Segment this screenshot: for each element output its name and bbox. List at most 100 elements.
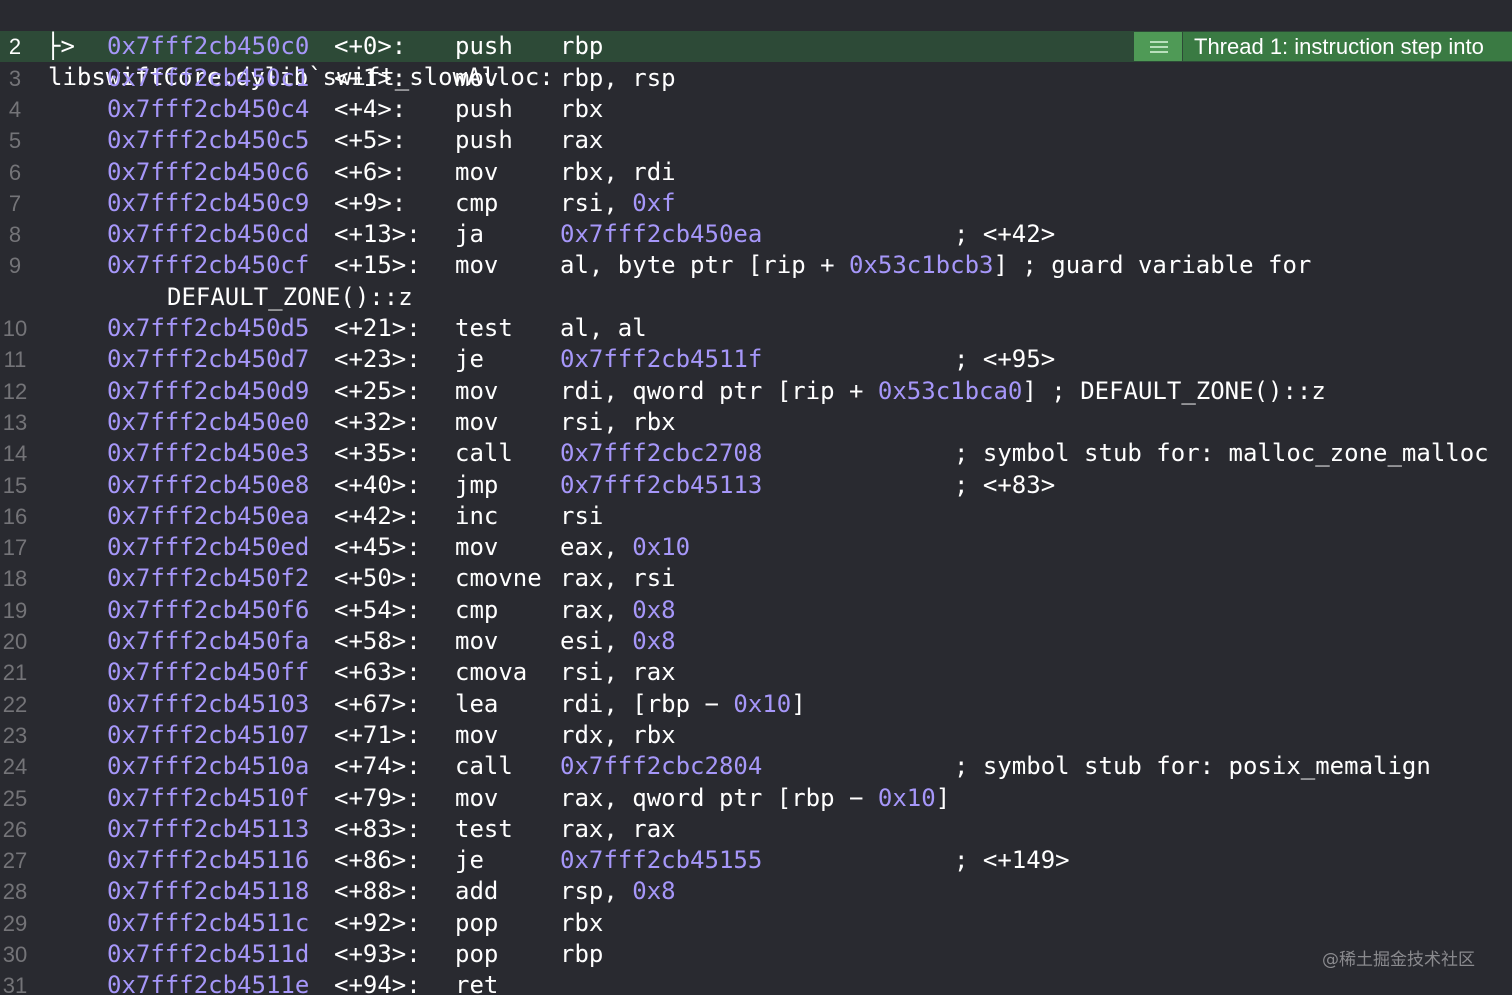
line-number[interactable]: 11 <box>0 344 30 375</box>
line-number[interactable]: 9 <box>0 250 30 281</box>
instruction-offset: <+15>: <box>334 251 421 279</box>
instruction-offset: <+4>: <box>334 95 407 123</box>
operand-literal: 0x8 <box>632 877 676 905</box>
instruction-offset: <+86>: <box>334 846 421 874</box>
line-number[interactable]: 23 <box>0 720 30 751</box>
instruction-mnemonic: pop <box>455 940 499 968</box>
line-number[interactable]: 20 <box>0 626 30 657</box>
operand-text: rsp, <box>560 877 633 905</box>
line-number[interactable]: 19 <box>0 595 30 626</box>
instruction-line[interactable]: 8 0x7fff2cb450cd <+13>: ja 0x7fff2cb450ea ; <… <box>0 219 1512 250</box>
line-number[interactable]: 18 <box>0 563 30 594</box>
instruction-address: 0x7fff2cb45118 <box>107 877 310 905</box>
instruction-operands: 0x7fff2cb45113 <box>560 470 762 501</box>
operand-text: rbp <box>560 32 604 60</box>
instruction-address: 0x7fff2cb450cf <box>107 251 310 279</box>
line-number[interactable]: 29 <box>0 908 30 939</box>
instruction-line[interactable]: 4 0x7fff2cb450c4 <+4>: push rbx <box>0 94 1512 125</box>
instruction-offset: <+50>: <box>334 564 421 592</box>
line-number[interactable]: 10 <box>0 313 30 344</box>
instruction-line[interactable]: 11 0x7fff2cb450d7 <+23>: je 0x7fff2cb4511f ; … <box>0 344 1512 375</box>
line-number[interactable]: 22 <box>0 689 30 720</box>
instruction-line[interactable]: 25 0x7fff2cb4510f <+79>: mov rax, qword ptr … <box>0 783 1512 814</box>
instruction-address: 0x7fff2cb450e0 <box>107 408 310 436</box>
instruction-offset: <+67>: <box>334 690 421 718</box>
line-number[interactable]: 26 <box>0 814 30 845</box>
operand-text: rax <box>560 126 604 154</box>
line-number[interactable]: 15 <box>0 470 30 501</box>
instruction-line[interactable]: 14 0x7fff2cb450e3 <+35>: call 0x7fff2cbc2708… <box>0 438 1512 469</box>
instruction-line[interactable]: 16 0x7fff2cb450ea <+42>: inc rsi <box>0 501 1512 532</box>
line-number[interactable]: 31 <box>0 970 30 995</box>
instruction-line[interactable]: 9 0x7fff2cb450cf <+15>: mov al, byte ptr [ri… <box>0 250 1512 281</box>
line-number[interactable]: 25 <box>0 783 30 814</box>
instruction-line[interactable]: 21 0x7fff2cb450ff <+63>: cmova rsi, rax <box>0 657 1512 688</box>
instruction-line[interactable]: 26 0x7fff2cb45113 <+83>: test rax, rax <box>0 814 1512 845</box>
instruction-line[interactable]: 3 0x7fff2cb450c1 <+1>: mov rbp, rsp <box>0 63 1512 94</box>
instruction-line[interactable]: 17 0x7fff2cb450ed <+45>: mov eax, 0x10 <box>0 532 1512 563</box>
line-number[interactable]: 13 <box>0 407 30 438</box>
operand-literal: 0x7fff2cbc2708 <box>560 439 763 467</box>
watermark: @稀土掘金技术社区 <box>1322 950 1475 970</box>
line-number[interactable]: 14 <box>0 438 30 469</box>
instruction-line[interactable]: 27 0x7fff2cb45116 <+86>: je 0x7fff2cb45155 ; … <box>0 845 1512 876</box>
instruction-mnemonic: push <box>455 126 513 154</box>
instruction-offset: <+1>: <box>334 64 407 92</box>
instruction-line[interactable]: 6 0x7fff2cb450c6 <+6>: mov rbx, rdi <box>0 157 1512 188</box>
operand-text: rdx, rbx <box>560 721 676 749</box>
instruction-mnemonic: mov <box>455 627 499 655</box>
instruction-mnemonic: mov <box>455 251 499 279</box>
instruction-line[interactable]: 20 0x7fff2cb450fa <+58>: mov esi, 0x8 <box>0 626 1512 657</box>
line-number[interactable]: 24 <box>0 751 30 782</box>
instruction-mnemonic: test <box>455 815 513 843</box>
instruction-line[interactable]: 19 0x7fff2cb450f6 <+54>: cmp rax, 0x8 <box>0 595 1512 626</box>
disassembly-editor[interactable]: 1 libswiftCore.dylib`swift_slowAlloc: 2 ├… <box>0 0 1512 995</box>
instruction-line[interactable]: 5 0x7fff2cb450c5 <+5>: push rax <box>0 125 1512 156</box>
instruction-operands: rbp, rsp <box>560 63 676 94</box>
instruction-offset: <+6>: <box>334 158 407 186</box>
line-number[interactable]: 2 <box>0 31 30 62</box>
line-number[interactable]: 3 <box>0 63 30 94</box>
line-number[interactable]: 27 <box>0 845 30 876</box>
instruction-line[interactable]: 10 0x7fff2cb450d5 <+21>: test al, al <box>0 313 1512 344</box>
instruction-line[interactable]: 7 0x7fff2cb450c9 <+9>: cmp rsi, 0xf <box>0 188 1512 219</box>
line-number[interactable]: 28 <box>0 876 30 907</box>
line-number[interactable]: 7 <box>0 188 30 219</box>
instruction-line[interactable]: 28 0x7fff2cb45118 <+88>: add rsp, 0x8 <box>0 876 1512 907</box>
instruction-operands: rdx, rbx <box>560 720 676 751</box>
instruction-line[interactable]: 15 0x7fff2cb450e8 <+40>: jmp 0x7fff2cb45113;… <box>0 470 1512 501</box>
line-number[interactable]: 6 <box>0 157 30 188</box>
operand-text: al, byte ptr [rip + <box>560 251 849 279</box>
instruction-line[interactable]: 18 0x7fff2cb450f2 <+50>: cmovne rax, rsi <box>0 563 1512 594</box>
instruction-line[interactable]: 29 0x7fff2cb4511c <+92>: pop rbx <box>0 908 1512 939</box>
instruction-offset: <+74>: <box>334 752 421 780</box>
instruction-pointer-arrow[interactable]: ├> <box>46 31 75 62</box>
line-number[interactable]: 5 <box>0 125 30 156</box>
line-number[interactable]: 8 <box>0 219 30 250</box>
instruction-address: 0x7fff2cb45113 <box>107 815 310 843</box>
instruction-line[interactable]: 31 0x7fff2cb4511e <+94>: ret <box>0 970 1512 995</box>
disassembly-header-line[interactable]: 1 libswiftCore.dylib`swift_slowAlloc: <box>0 0 1512 91</box>
current-instruction-line[interactable]: 2 ├> 0x7fff2cb450c0 <+0>: push rbp Thread 1: i… <box>0 31 1512 62</box>
operand-literal: 0x10 <box>877 784 936 812</box>
instruction-mnemonic: inc <box>455 502 499 530</box>
line-number[interactable]: 17 <box>0 532 30 563</box>
line-number[interactable]: 12 <box>0 376 30 407</box>
instruction-offset: <+88>: <box>334 877 421 905</box>
instruction-mnemonic: mov <box>455 377 499 405</box>
line-number[interactable]: 16 <box>0 501 30 532</box>
list-icon[interactable] <box>1134 32 1183 61</box>
instruction-line[interactable]: 30 0x7fff2cb4511d <+93>: pop rbp <box>0 939 1512 970</box>
line-number[interactable]: 30 <box>0 939 30 970</box>
instruction-line[interactable]: 12 0x7fff2cb450d9 <+25>: mov rdi, qword ptr … <box>0 376 1512 407</box>
instruction-operands: rbx <box>560 94 603 125</box>
instruction-line[interactable]: 22 0x7fff2cb45103 <+67>: lea rdi, [rbp − 0x1… <box>0 689 1512 720</box>
instruction-line[interactable]: 13 0x7fff2cb450e0 <+32>: mov rsi, rbx <box>0 407 1512 438</box>
line-number[interactable]: 4 <box>0 94 30 125</box>
thread-status-badge[interactable]: Thread 1: instruction step into <box>1134 32 1512 61</box>
operand-literal: 0x53c1bca0 <box>877 377 1023 405</box>
line-number[interactable]: 21 <box>0 657 30 688</box>
instruction-line[interactable]: 23 0x7fff2cb45107 <+71>: mov rdx, rbx <box>0 720 1512 751</box>
operand-text: rbp, rsp <box>560 64 676 92</box>
instruction-line[interactable]: 24 0x7fff2cb4510a <+74>: call 0x7fff2cbc2804… <box>0 751 1512 782</box>
